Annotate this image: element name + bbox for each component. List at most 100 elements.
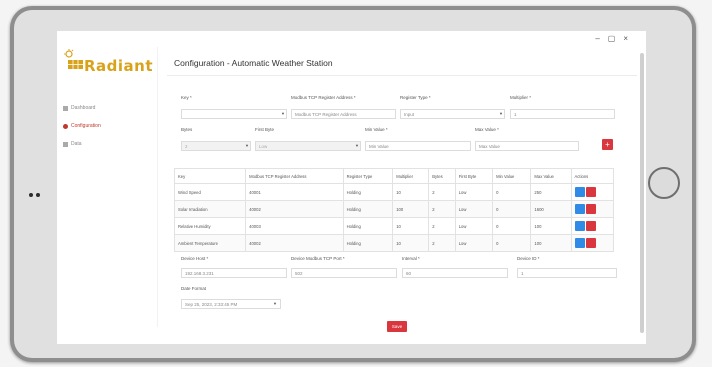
actions-cell: [570, 234, 615, 252]
table-cell: 10: [392, 234, 430, 252]
chevron-down-icon: ▼: [273, 301, 277, 306]
save-button[interactable]: Save: [387, 321, 407, 332]
device-id-label: Device ID *: [517, 256, 540, 261]
sidebar-item-label: Data: [71, 141, 82, 147]
gear-icon: [63, 123, 68, 129]
device-id-input[interactable]: 1: [517, 268, 617, 278]
device-port-input[interactable]: 502: [291, 268, 397, 278]
title-divider: [167, 75, 637, 76]
database-icon: [63, 141, 68, 147]
register-address-label: Modbus TCP Register Address *: [291, 95, 356, 100]
scrollbar[interactable]: [640, 53, 644, 333]
column-header: First Byte: [454, 168, 494, 184]
table-cell: 10: [392, 217, 430, 235]
sidebar-nav: Dashboard Configuration Data: [63, 99, 101, 153]
table-cell: Low: [454, 183, 494, 201]
table-cell: 100: [530, 217, 572, 235]
min-value-label: Min Value *: [365, 127, 388, 132]
sidebar-item-configuration[interactable]: Configuration: [63, 117, 101, 135]
minimize-icon[interactable]: –: [595, 34, 607, 43]
table-cell: Low: [454, 217, 494, 235]
chevron-down-icon: ▼: [499, 111, 503, 116]
home-icon: [63, 105, 68, 111]
register-type-select[interactable]: Input: [400, 109, 505, 119]
key-select[interactable]: [181, 109, 287, 119]
table-cell: 40003: [245, 217, 344, 235]
column-header: Register Type: [342, 168, 394, 184]
edit-icon[interactable]: [574, 221, 585, 231]
delete-icon[interactable]: [585, 238, 596, 248]
app-screen: –▢× Radiant Dashboard Configuration Data: [57, 31, 646, 344]
table-row: Relative Humidity 40003 Holding 10 2 Low…: [173, 217, 615, 235]
table-cell: 250: [530, 183, 572, 201]
register-address-input[interactable]: Modbus TCP Register Address: [291, 109, 396, 119]
column-header: Actions: [570, 168, 615, 184]
home-button[interactable]: [648, 167, 680, 199]
table-cell: Low: [454, 200, 494, 218]
edit-icon[interactable]: [574, 238, 585, 248]
table-cell: Low: [454, 234, 494, 252]
table-cell: Solar Irradiation: [173, 200, 247, 218]
actions-cell: [570, 217, 615, 235]
delete-icon[interactable]: [585, 187, 596, 197]
register-type-label: Register Type *: [400, 95, 431, 100]
table-cell: 40002: [245, 234, 344, 252]
sidebar-item-dashboard[interactable]: Dashboard: [63, 99, 101, 117]
interval-label: Interval *: [402, 256, 420, 261]
sidebar-item-label: Dashboard: [71, 105, 96, 111]
edit-icon[interactable]: [574, 187, 585, 197]
interval-input[interactable]: 60: [402, 268, 508, 278]
chevron-down-icon: ▼: [355, 143, 359, 148]
min-value-input[interactable]: Min Value: [365, 141, 471, 151]
bytes-select[interactable]: 2: [181, 141, 251, 151]
device-host-label: Device Host *: [181, 256, 209, 261]
camera-dots: [29, 184, 43, 202]
first-byte-label: First Byte: [255, 127, 275, 132]
multiplier-input[interactable]: 1: [510, 109, 615, 119]
column-header: Max Value: [530, 168, 572, 184]
sidebar-divider: [157, 47, 158, 327]
table-cell: Ambient Temperature: [173, 234, 247, 252]
device-port-label: Device Modbus TCP Port *: [291, 256, 345, 261]
table-row: Wind Speed 40001 Holding 10 2 Low 0 250: [173, 183, 615, 201]
table-cell: 1600: [530, 200, 572, 218]
bytes-label: Bytes: [181, 127, 193, 132]
register-table: Key Modbus TCP Register Address Register…: [173, 168, 615, 252]
table-cell: 10: [392, 183, 430, 201]
device-host-input[interactable]: 192.168.3.231: [181, 268, 287, 278]
table-header-row: Key Modbus TCP Register Address Register…: [173, 168, 615, 184]
sidebar-item-data[interactable]: Data: [63, 135, 101, 153]
max-value-label: Max Value *: [475, 127, 499, 132]
multiplier-label: Multiplier *: [510, 95, 532, 100]
table-cell: 40002: [245, 200, 344, 218]
column-header: Min Value: [492, 168, 532, 184]
table-cell: 100: [392, 200, 430, 218]
date-format-label: Date Format: [181, 286, 207, 291]
edit-icon[interactable]: [574, 204, 585, 214]
max-value-input[interactable]: Max Value: [475, 141, 579, 151]
delete-icon[interactable]: [585, 221, 596, 231]
table-cell: 0: [492, 234, 532, 252]
add-register-button[interactable]: +: [602, 139, 613, 150]
first-byte-select[interactable]: Low: [255, 141, 361, 151]
maximize-icon[interactable]: ▢: [608, 34, 624, 43]
key-label: Key *: [181, 95, 192, 100]
column-header: Modbus TCP Register Address: [245, 168, 344, 184]
date-format-select[interactable]: Sep 25, 2023, 2:33:45 PM: [181, 299, 281, 309]
table-cell: Relative Humidity: [173, 217, 247, 235]
table-row: Solar Irradiation 40002 Holding 100 2 Lo…: [173, 200, 615, 218]
table-cell: 0: [492, 200, 532, 218]
delete-icon[interactable]: [585, 204, 596, 214]
close-icon[interactable]: ×: [623, 34, 636, 43]
column-header: Key: [173, 168, 247, 184]
table-cell: 2: [428, 234, 456, 252]
table-cell: 2: [428, 183, 456, 201]
table-cell: Holding: [342, 200, 394, 218]
actions-cell: [570, 183, 615, 201]
table-cell: 0: [492, 183, 532, 201]
solar-panel-icon: [64, 49, 83, 69]
table-cell: 100: [530, 234, 572, 252]
table-row: Ambient Temperature 40002 Holding 10 2 L…: [173, 234, 615, 252]
column-header: Multiplier: [392, 168, 430, 184]
table-cell: Wind Speed: [173, 183, 247, 201]
